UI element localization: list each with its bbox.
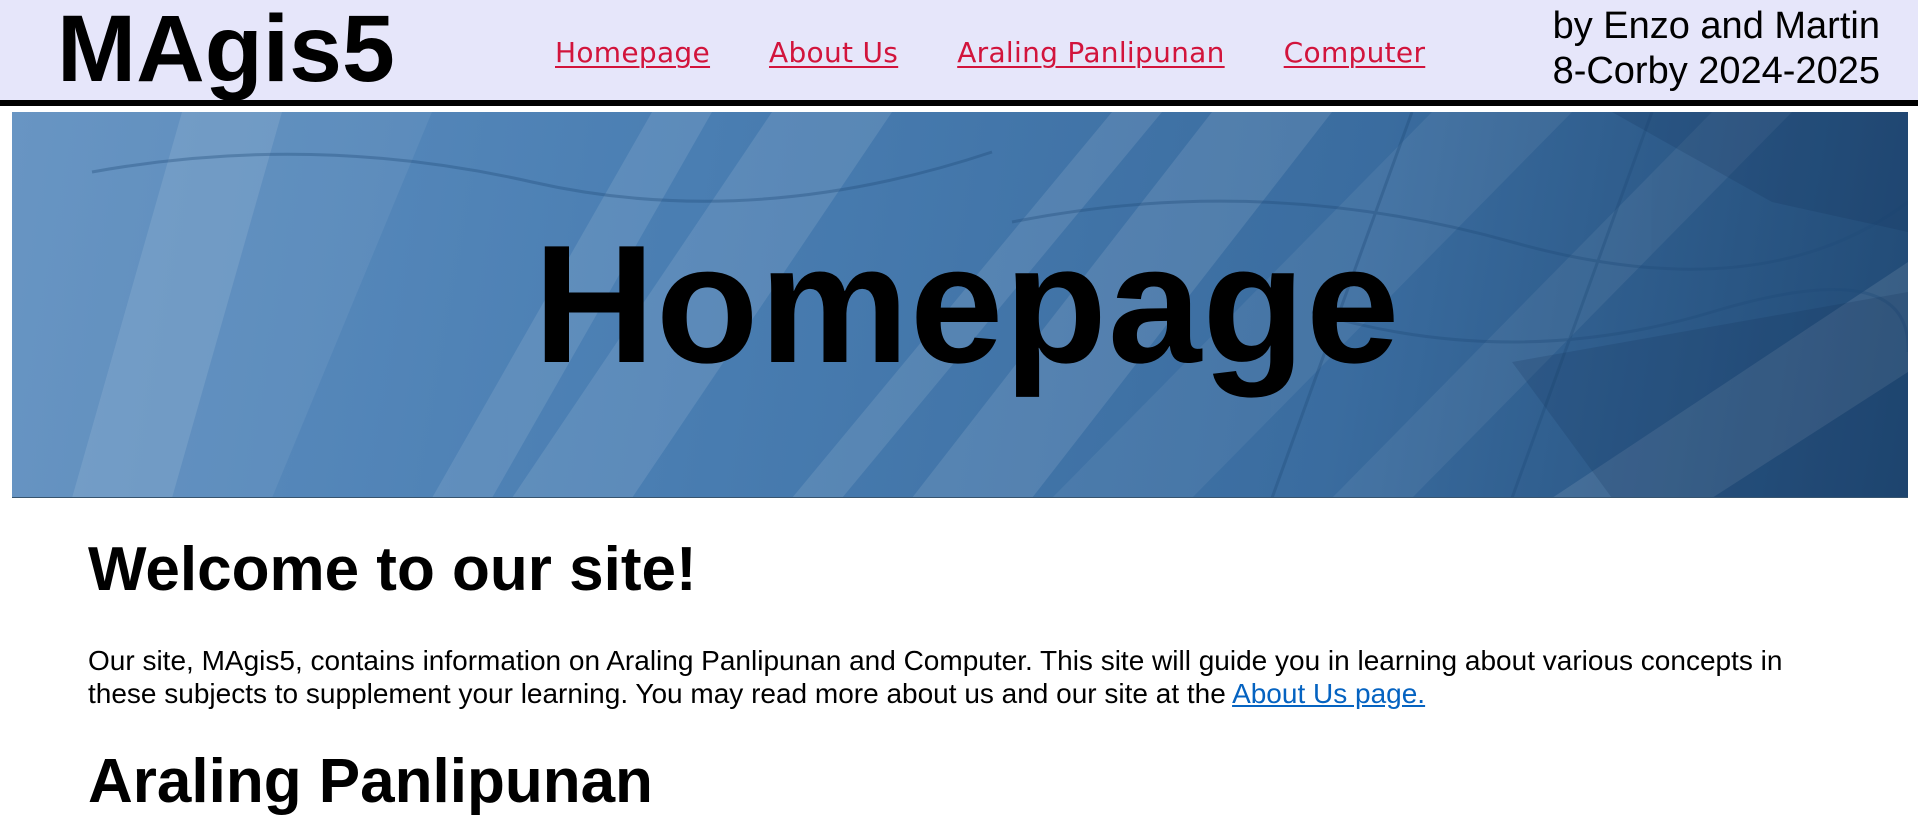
- nav-link-araling-panlipunan[interactable]: Araling Panlipunan: [957, 36, 1224, 69]
- intro-paragraph: Our site, MAgis5, contains information o…: [88, 644, 1838, 710]
- about-us-page-link[interactable]: About Us page.: [1232, 678, 1425, 709]
- byline-section-year: 8-Corby 2024-2025: [1552, 50, 1880, 92]
- welcome-heading: Welcome to our site!: [88, 535, 697, 604]
- main-content: Welcome to our site! Our site, MAgis5, c…: [88, 530, 1848, 710]
- hero-banner: Homepage: [12, 112, 1908, 498]
- nav-link-about-us[interactable]: About Us: [769, 36, 898, 69]
- byline-authors: by Enzo and Martin: [1552, 5, 1880, 47]
- section-heading-araling-panlipunan: Araling Panlipunan: [88, 747, 653, 816]
- intro-text: Our site, MAgis5, contains information o…: [88, 645, 1783, 709]
- byline: by Enzo and Martin 8-Corby 2024-2025: [1553, 4, 1880, 94]
- hero-title: Homepage: [533, 210, 1401, 398]
- site-header: MAgis5 Homepage About Us Araling Panlipu…: [0, 0, 1918, 106]
- nav-link-homepage[interactable]: Homepage: [555, 36, 710, 69]
- site-logo[interactable]: MAgis5: [57, 0, 395, 102]
- main-nav: Homepage About Us Araling Panlipunan Com…: [555, 0, 1425, 104]
- nav-link-computer[interactable]: Computer: [1284, 36, 1426, 69]
